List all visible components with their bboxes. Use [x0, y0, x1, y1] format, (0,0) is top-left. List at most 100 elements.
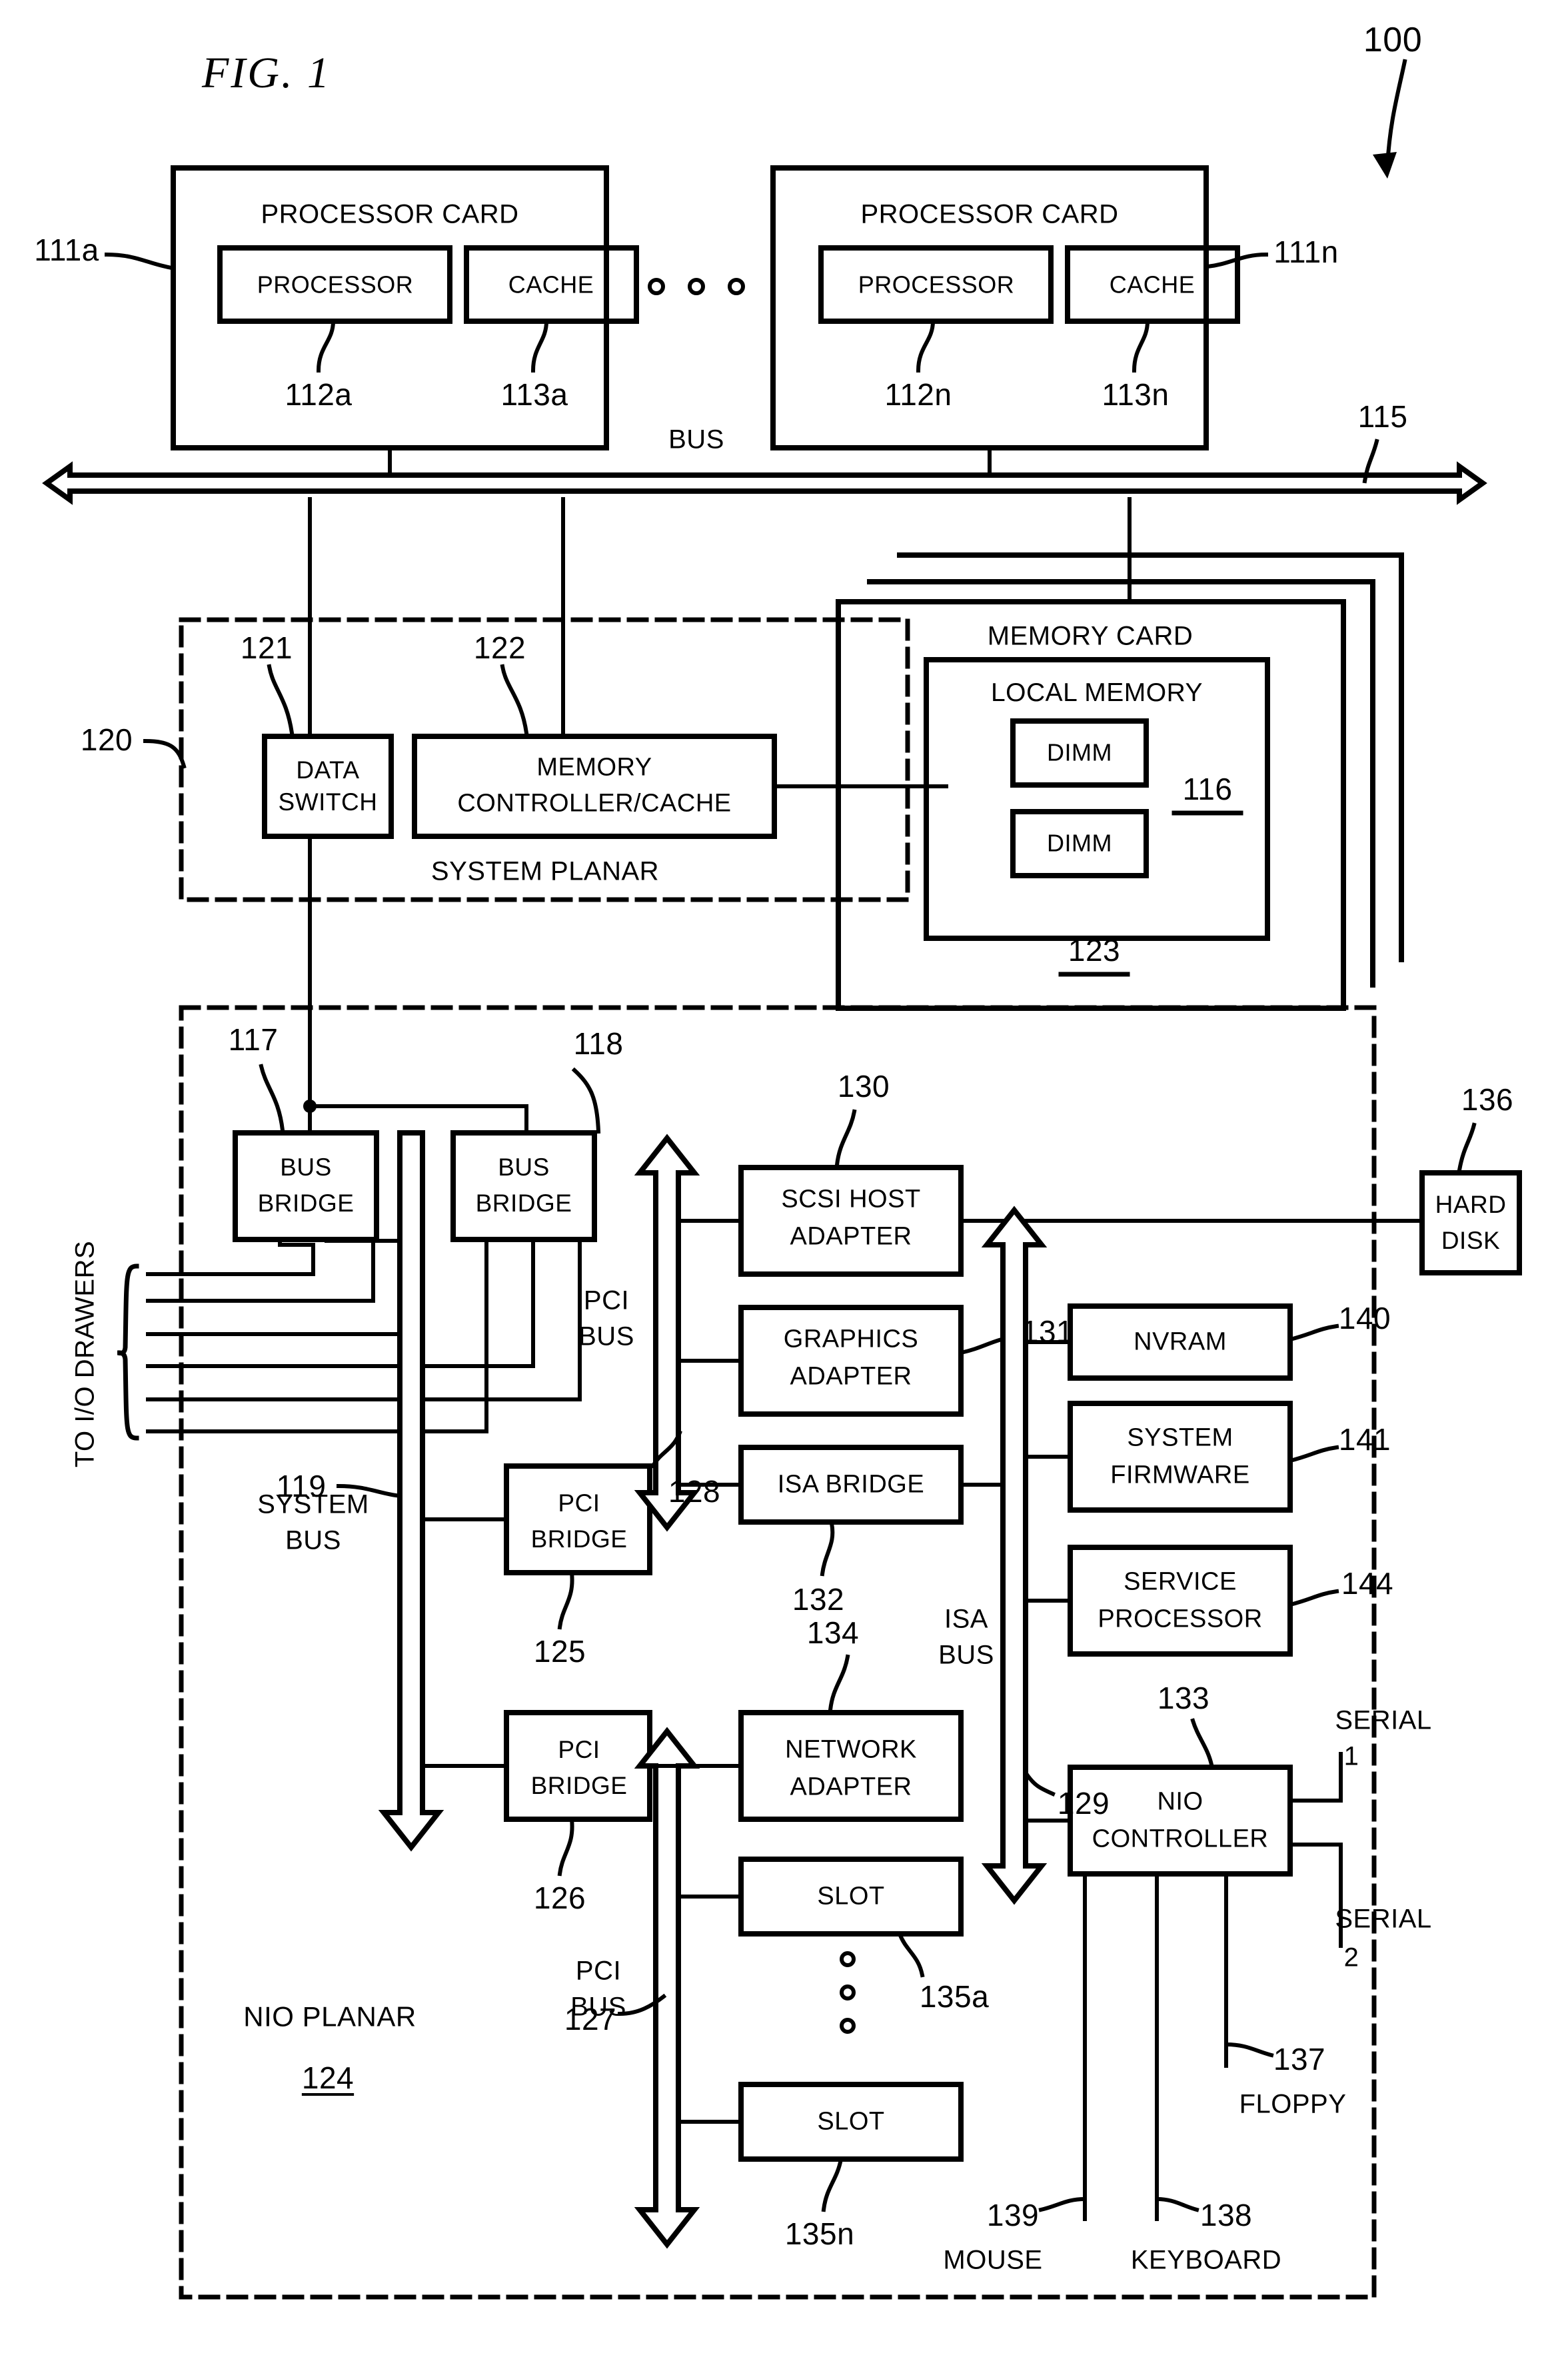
network-adapter-line2: ADAPTER	[790, 1773, 912, 1801]
serial2-line	[1288, 1843, 1343, 1948]
memory-controller-line2: CONTROLLER/CACHE	[457, 789, 732, 818]
ref-134: 134	[806, 1615, 860, 1650]
graphics-adapter-line2: ADAPTER	[790, 1362, 912, 1391]
isa-bus-line2: BUS	[938, 1640, 994, 1670]
leader-126	[557, 1817, 574, 1877]
ref-130: 130	[837, 1069, 890, 1104]
floppy-label: FLOPPY	[1239, 2089, 1347, 2119]
ref-121: 121	[240, 630, 293, 665]
pci-bus-top-line2: BUS	[578, 1321, 634, 1351]
slot-ellipsis-dots	[840, 1951, 856, 2034]
leader-139	[1038, 2196, 1088, 2212]
ref-136: 136	[1461, 1082, 1514, 1117]
dimm-2-label: DIMM	[1047, 829, 1112, 857]
scsi-host-adapter-line1: SCSI HOST	[781, 1185, 921, 1213]
leader-133	[1190, 1718, 1214, 1767]
nio-planar-label: NIO PLANAR	[243, 2000, 416, 2032]
diagram-canvas	[42, 59, 1522, 2300]
pci-bridge-126-line2: BRIDGE	[530, 1772, 628, 1800]
data-switch-box	[262, 734, 394, 839]
bus-bridge-117-line2: BRIDGE	[257, 1189, 355, 1217]
keyboard-label: KEYBOARD	[1130, 2245, 1282, 2275]
pci-bridge-125-box	[504, 1463, 652, 1575]
leader-138	[1154, 2196, 1199, 2212]
ref-144: 144	[1341, 1566, 1394, 1601]
leader-125	[557, 1570, 574, 1630]
ref-111n: 111n	[1273, 235, 1339, 269]
bus-bridge-117-box	[233, 1130, 379, 1242]
slot-135a-label: SLOT	[817, 1882, 885, 1911]
figure-title: FIG. 1	[202, 49, 331, 97]
mouse-label: MOUSE	[943, 2245, 1043, 2275]
scsi-host-adapter-box	[738, 1165, 964, 1277]
bus-bridge-118-line2: BRIDGE	[475, 1189, 572, 1217]
ref-117: 117	[228, 1022, 279, 1057]
pci-bus-top-line1: PCI	[583, 1285, 630, 1315]
ref-131: 131	[1021, 1314, 1074, 1349]
io-drawers-label: TO I/O DRAWERS	[70, 1240, 100, 1468]
system-planar-label: SYSTEM PLANAR	[430, 856, 660, 886]
ref-140: 140	[1338, 1301, 1391, 1335]
memory-card-title: MEMORY CARD	[987, 621, 1193, 651]
ref-112a: 112a	[285, 377, 353, 412]
scsi-host-adapter-line2: ADAPTER	[790, 1222, 912, 1251]
processor-a-label: PROCESSOR	[257, 271, 414, 299]
ref-133: 133	[1157, 1681, 1210, 1715]
data-switch-line1: DATA	[296, 756, 360, 784]
system-bus-line2: BUS	[285, 1525, 341, 1555]
processor-card-a-title: PROCESSOR CARD	[261, 199, 519, 229]
bus-arrow	[42, 461, 1487, 505]
ref-118: 118	[573, 1026, 624, 1061]
ref-126: 126	[533, 1881, 586, 1915]
io-path-3	[325, 1239, 402, 1336]
network-adapter-box	[738, 1710, 964, 1822]
leader-113a	[530, 319, 549, 373]
leader-112n	[916, 319, 936, 373]
nio-controller-line2: CONTROLLER	[1092, 1825, 1269, 1853]
serial1-line	[1288, 1752, 1343, 1803]
serial1-line2: 1	[1343, 1741, 1359, 1771]
ref-100: 100	[1363, 21, 1423, 59]
leader-111a	[104, 252, 175, 271]
leader-129	[1022, 1769, 1056, 1797]
pci-bridge-125-line1: PCI	[558, 1489, 600, 1517]
ref-123: 123	[1068, 933, 1121, 968]
ref-124: 124	[301, 2060, 355, 2095]
service-processor-line2: PROCESSOR	[1098, 1605, 1263, 1633]
leader-130	[834, 1109, 857, 1168]
patent-figure-page: FIG. 1 100 PROCESSOR CARD PROCESSOR CACH…	[0, 0, 1568, 2367]
leader-135n	[821, 2156, 844, 2212]
hard-disk-line1: HARD	[1435, 1191, 1507, 1219]
cache-n-label: CACHE	[1109, 271, 1195, 299]
ref-113a: 113a	[500, 377, 568, 412]
leader-136	[1457, 1122, 1477, 1173]
graphics-adapter-box	[738, 1305, 964, 1417]
leader-122	[500, 664, 529, 736]
processor-n-label: PROCESSOR	[858, 271, 1015, 299]
ref-119: 119	[276, 1469, 327, 1503]
leader-100	[1385, 59, 1407, 168]
leader-141	[1287, 1445, 1339, 1463]
leader-134	[828, 1654, 850, 1713]
ref-132: 132	[792, 1582, 845, 1617]
cache-a-label: CACHE	[508, 271, 594, 299]
ref-116: 116	[1182, 772, 1233, 806]
pci-bridge-126-box	[504, 1710, 652, 1822]
leader-135a	[897, 1931, 925, 1978]
ref-141: 141	[1338, 1422, 1391, 1457]
bus-bridge-118-line1: BUS	[498, 1154, 550, 1182]
pci-bridge-126-line1: PCI	[558, 1736, 600, 1764]
bus-bridge-117-line1: BUS	[280, 1154, 332, 1182]
isa-bus-line1: ISA	[944, 1604, 988, 1634]
dimm-1-label: DIMM	[1047, 738, 1112, 766]
leader-137	[1223, 2042, 1274, 2058]
ref-111a: 111a	[34, 233, 99, 267]
service-processor-line1: SERVICE	[1124, 1567, 1237, 1596]
memory-controller-line1: MEMORY	[536, 753, 652, 782]
system-firmware-line2: FIRMWARE	[1110, 1461, 1250, 1489]
ref-122: 122	[473, 630, 526, 665]
serial2-line1: SERIAL	[1335, 1904, 1432, 1934]
isa-bridge-label: ISA BRIDGE	[777, 1470, 925, 1499]
system-firmware-box	[1068, 1401, 1293, 1513]
leader-112a	[316, 319, 336, 373]
